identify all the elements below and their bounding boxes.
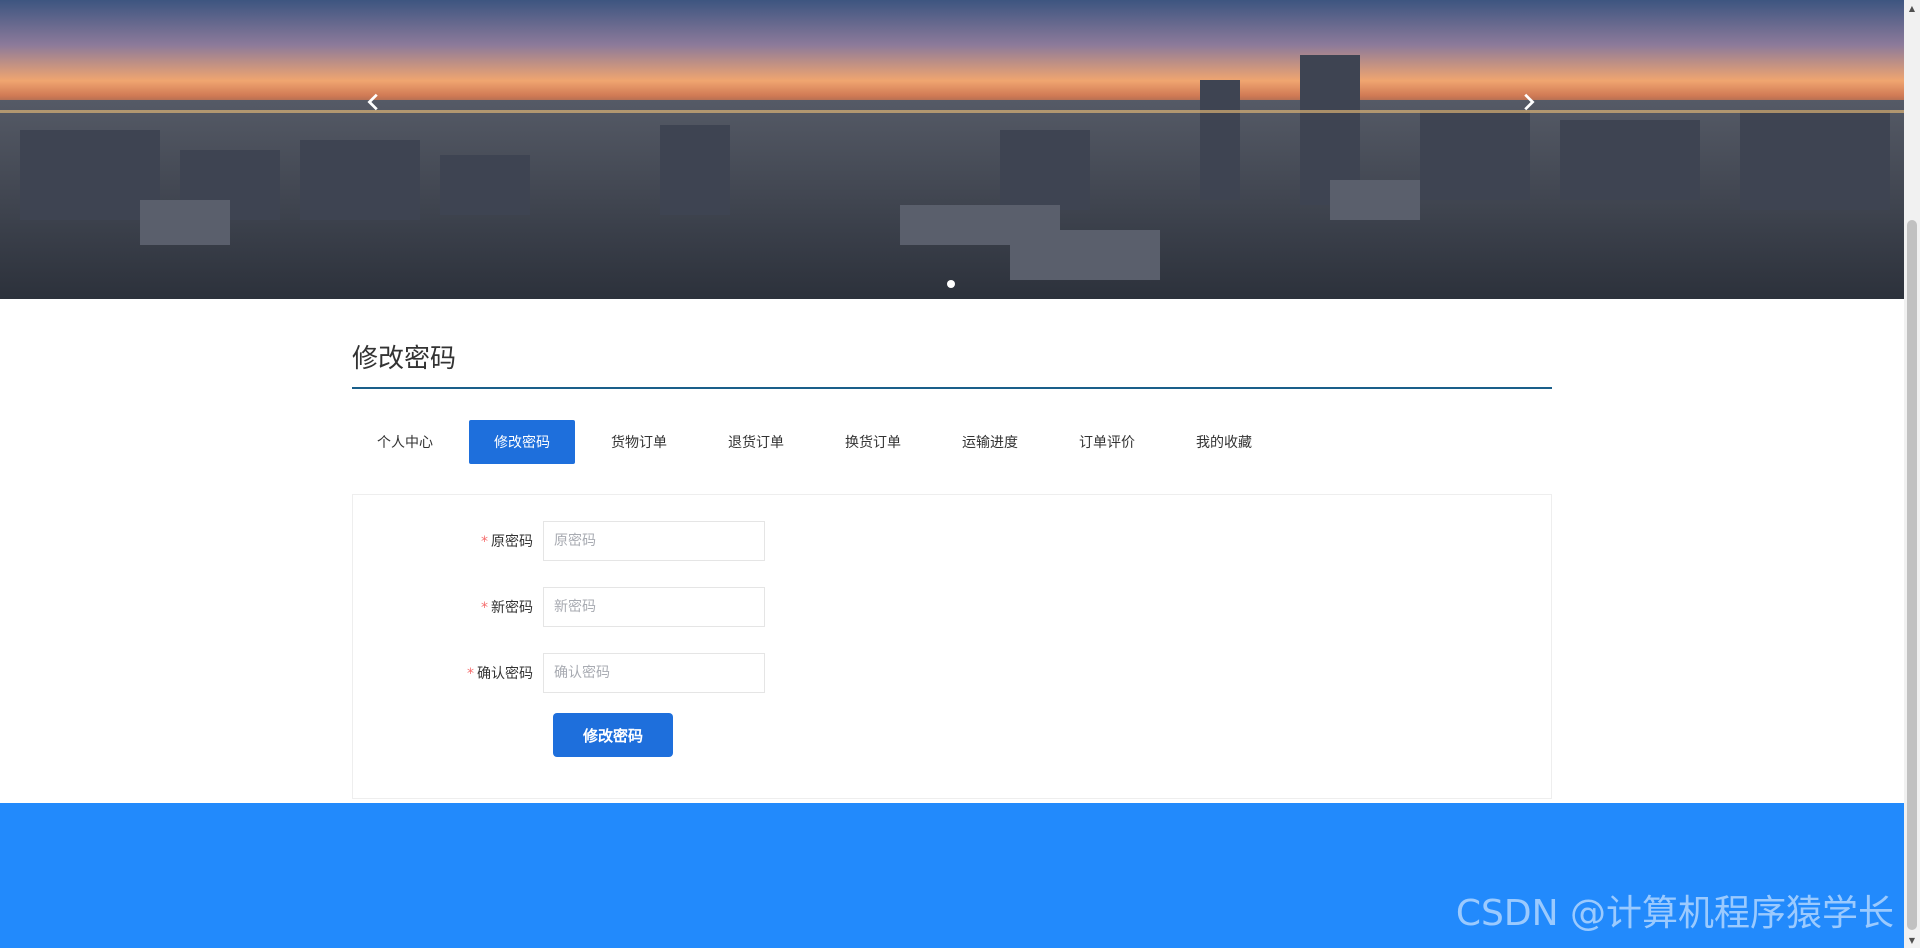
footer: CSDN @计算机程序猿学长 (0, 803, 1904, 948)
tab-shipping-progress[interactable]: 运输进度 (937, 420, 1043, 464)
new-password-label: * 新密码 (481, 600, 533, 616)
new-password-row: * 新密码 (353, 587, 765, 627)
change-password-form: * 原密码 * 新密码 * 确认密码 修改密码 (352, 494, 1552, 799)
required-mark: * (481, 534, 488, 550)
watermark: CSDN @计算机程序猿学长 (1455, 893, 1894, 934)
scroll-down-icon[interactable]: ▼ (1904, 932, 1920, 948)
scroll-up-icon[interactable]: ▲ (1904, 0, 1920, 16)
confirm-password-label: * 确认密码 (467, 666, 533, 682)
required-mark: * (481, 600, 488, 616)
tab-goods-orders[interactable]: 货物订单 (586, 420, 692, 464)
vertical-scrollbar[interactable]: ▲ ▼ (1904, 0, 1920, 948)
page-title: 修改密码 (352, 344, 457, 374)
old-password-input[interactable] (543, 521, 765, 561)
tab-personal-center[interactable]: 个人中心 (352, 420, 458, 464)
title-divider (352, 387, 1552, 389)
banner-indicators (947, 280, 955, 288)
required-mark: * (467, 666, 474, 682)
old-password-row: * 原密码 (353, 521, 765, 561)
tab-return-orders[interactable]: 退货订单 (703, 420, 809, 464)
chevron-right-icon (1524, 93, 1535, 111)
main-content: 修改密码 个人中心 修改密码 货物订单 退货订单 换货订单 运输进度 订单评价 … (352, 299, 1552, 799)
tab-order-reviews[interactable]: 订单评价 (1054, 420, 1160, 464)
change-password-submit-button[interactable]: 修改密码 (553, 713, 673, 757)
banner-carousel (0, 0, 1904, 299)
banner-prev-button[interactable] (358, 86, 390, 118)
confirm-password-row: * 确认密码 (353, 653, 765, 693)
tab-my-favorites[interactable]: 我的收藏 (1171, 420, 1277, 464)
page: 修改密码 个人中心 修改密码 货物订单 退货订单 换货订单 运输进度 订单评价 … (0, 0, 1920, 948)
banner-indicator-dot[interactable] (947, 280, 955, 288)
tab-exchange-orders[interactable]: 换货订单 (820, 420, 926, 464)
old-password-label: * 原密码 (481, 534, 533, 550)
banner-image (0, 0, 1904, 299)
user-center-tabs: 个人中心 修改密码 货物订单 退货订单 换货订单 运输进度 订单评价 我的收藏 (352, 420, 1552, 464)
confirm-password-input[interactable] (543, 653, 765, 693)
new-password-input[interactable] (543, 587, 765, 627)
banner-next-button[interactable] (1512, 86, 1544, 118)
scrollbar-thumb[interactable] (1907, 220, 1917, 930)
chevron-left-icon (367, 93, 378, 111)
tab-change-password[interactable]: 修改密码 (469, 420, 575, 464)
